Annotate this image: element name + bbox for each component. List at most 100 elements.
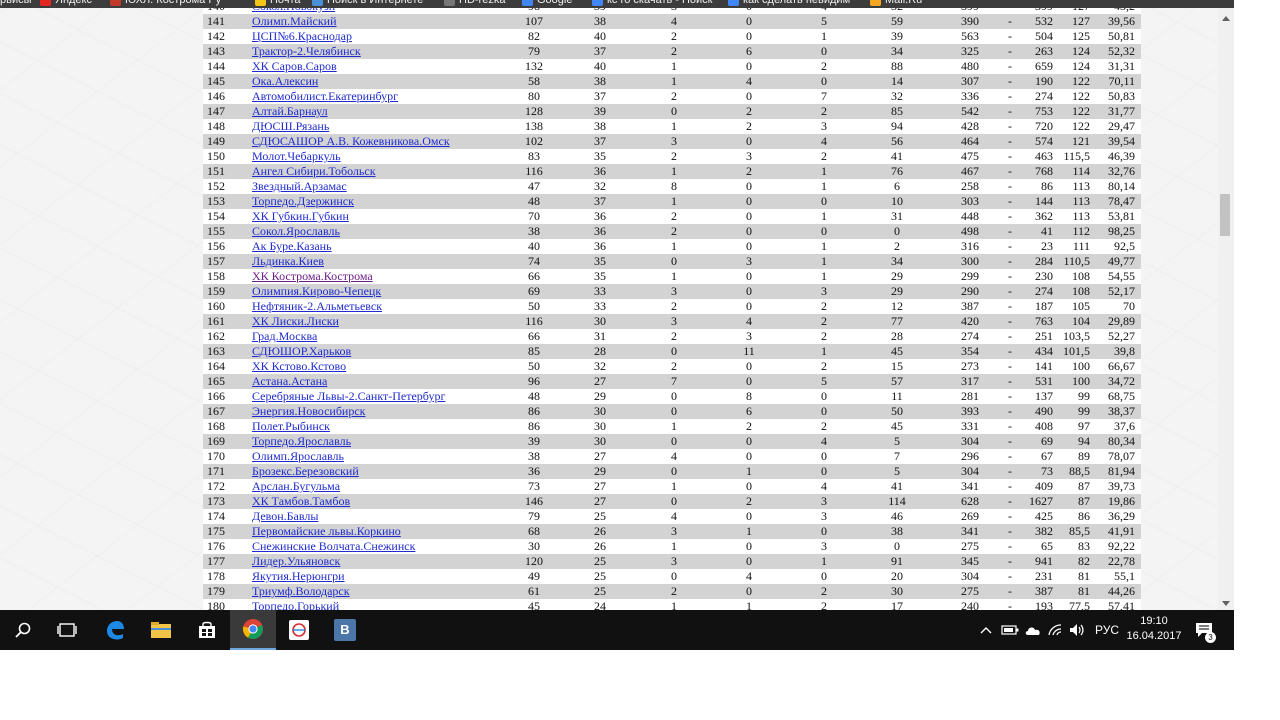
team-link[interactable]: ДЮСШ.Рязань	[252, 119, 329, 134]
team-link[interactable]: Автомобилист.Екатеринбург	[252, 89, 398, 104]
col7-cell: 14	[891, 74, 903, 88]
col6-cell: 4	[821, 434, 827, 448]
bookmark-label: как сделать невидим	[743, 0, 851, 6]
team-link[interactable]: Лидер.Ульяновск	[252, 554, 340, 569]
col8-cell: 480	[961, 59, 979, 73]
team-link[interactable]: Олимпия.Кирово-Чепецк	[252, 284, 381, 299]
team-link[interactable]: ХК Саров.Саров	[252, 59, 337, 74]
dash-cell: -	[1008, 164, 1012, 178]
team-link[interactable]: Ангел Сибири.Тобольск	[252, 164, 376, 179]
team-link[interactable]: Брозекс.Березовский	[252, 464, 359, 479]
tray-cloud[interactable]	[1024, 610, 1042, 650]
taskbar-edge-button[interactable]	[92, 610, 138, 650]
col10-cell: 251	[1035, 329, 1053, 343]
bookmark-label: Яндекс	[55, 0, 92, 6]
taskbar-store-button[interactable]	[184, 610, 230, 650]
team-link[interactable]: СДЮШОР.Харьков	[252, 344, 351, 359]
col3-cell: 40	[594, 59, 606, 73]
action-center-button[interactable]	[1195, 610, 1213, 650]
team-link[interactable]: Первомайские львы.Коркино	[252, 524, 401, 539]
col8-cell: 273	[961, 359, 979, 373]
tray-volume[interactable]	[1069, 610, 1087, 650]
team-link[interactable]: Трактор-2.Челябинск	[252, 44, 361, 59]
points-cell: 82	[1078, 554, 1090, 568]
table-row: 155 Сокол.Ярославль 38 36 2 0 0 0 498 - 41 112 98,25	[203, 224, 1141, 239]
team-link[interactable]: Сокол.Ярославль	[252, 224, 340, 239]
bookmark-item[interactable]: ЮХЛ: Кострома Ру	[110, 0, 221, 6]
team-link[interactable]: Молот.Чебаркуль	[252, 149, 341, 164]
team-link[interactable]: Серебряные Львы-2.Санкт-Петербург	[252, 389, 445, 404]
task-view-button[interactable]	[44, 610, 90, 650]
col6-cell: 2	[821, 329, 827, 343]
team-link[interactable]: Нефтяник-2.Альметьевск	[252, 299, 382, 314]
dash-cell: -	[1008, 569, 1012, 583]
tray-wifi[interactable]	[1047, 610, 1065, 650]
points-cell: 81	[1078, 569, 1090, 583]
rank-cell: 178	[207, 569, 225, 583]
bookmark-item[interactable]: HD-rezka	[444, 0, 505, 6]
team-link[interactable]: Олимп.Майский	[252, 14, 337, 29]
team-link[interactable]: Льдинка.Киев	[252, 254, 324, 269]
tray-language[interactable]: РУС	[1095, 610, 1119, 650]
bookmark-item[interactable]: как сделать невидим	[728, 0, 850, 6]
bookmark-item[interactable]: Почта	[255, 0, 301, 6]
team-link[interactable]: Астана.Астана	[252, 374, 327, 389]
table-row: 170 Олимп.Ярославль 38 27 4 0 0 7 296 - 67 89 78,07	[203, 449, 1141, 464]
bookmark-item[interactable]: Google	[522, 0, 572, 6]
scroll-down-arrow-icon[interactable]	[1222, 601, 1230, 606]
taskbar-search-button[interactable]	[0, 610, 46, 650]
col3-cell: 26	[594, 524, 606, 538]
games-cell: 73	[528, 479, 540, 493]
team-link[interactable]: Алтай.Барнаул	[252, 104, 328, 119]
team-link[interactable]: Торпедо.Дзержинск	[252, 194, 354, 209]
col3-cell: 35	[594, 269, 606, 283]
team-link[interactable]: ХК Губкин.Губкин	[252, 209, 349, 224]
scroll-up-arrow-icon[interactable]	[1222, 16, 1230, 21]
team-link[interactable]: СДЮСАШОР А.В. Кожевникова.Омск	[252, 134, 450, 149]
table-row: 179 Триумф.Володарск 61 25 2 0 2 30 275 - 387 81 44,…	[203, 584, 1141, 599]
col6-cell: 1	[821, 554, 827, 568]
team-link[interactable]: ЦСП№6.Краснодар	[252, 29, 352, 44]
bookmark-item[interactable]: Mail.Ru	[870, 0, 922, 6]
team-link[interactable]: Снежинские Волчата.Снежинск	[252, 539, 415, 554]
team-link[interactable]: ХК Кострома.Кострома	[252, 269, 373, 284]
team-link[interactable]: Триумф.Володарск	[252, 584, 350, 599]
team-link[interactable]: Звездный.Арзамас	[252, 179, 347, 194]
team-link[interactable]: ХК Тамбов.Тамбов	[252, 494, 350, 509]
tray-battery[interactable]	[1001, 610, 1019, 650]
col5-cell: 0	[746, 539, 752, 553]
col6-cell: 0	[821, 449, 827, 463]
vertical-scrollbar[interactable]	[1218, 8, 1234, 610]
team-link[interactable]: Торпедо.Ярославль	[252, 434, 351, 449]
team-link[interactable]: Олимп.Ярославль	[252, 449, 344, 464]
tray-show-hidden[interactable]	[979, 610, 993, 650]
team-link[interactable]: Девон.Бавлы	[252, 509, 318, 524]
bookmark-item[interactable]: рвисы	[0, 0, 32, 6]
bookmark-item[interactable]: Яндекс	[40, 0, 92, 6]
scrollbar-thumb[interactable]	[1220, 194, 1230, 236]
taskbar-explorer-button[interactable]	[138, 610, 184, 650]
team-link[interactable]: Ока.Алексин	[252, 74, 318, 89]
team-link[interactable]: Энергия.Новосибирск	[252, 404, 366, 419]
dash-cell: -	[1008, 74, 1012, 88]
team-link[interactable]: ХК Кстово.Кстово	[252, 359, 346, 374]
team-link[interactable]: Град.Москва	[252, 329, 317, 344]
percent-cell: 49,77	[1108, 254, 1135, 268]
team-link[interactable]: ХК Лиски.Лиски	[252, 314, 339, 329]
team-link[interactable]: Ак Буре.Казань	[252, 239, 332, 254]
team-link[interactable]: Полет.Рыбинск	[252, 419, 330, 434]
table-row: 171 Брозекс.Березовский 36 29 0 1 0 5 304 - 73 88,5…	[203, 464, 1141, 479]
col7-cell: 88	[891, 59, 903, 73]
taskbar-chrome-button[interactable]	[230, 610, 276, 650]
taskbar-app-button[interactable]	[276, 610, 322, 650]
bookmark-item[interactable]: Поиск в Интернете	[312, 0, 423, 6]
bookmark-item[interactable]: кс го скачать - Поиск	[592, 0, 713, 6]
col7-cell: 57	[891, 374, 903, 388]
team-link[interactable]: Торпедо.Горький	[252, 599, 339, 610]
team-link[interactable]: Якутия.Нерюнгри	[252, 569, 345, 584]
tray-clock[interactable]: 19:10 16.04.2017	[1123, 614, 1185, 644]
percent-cell: 70,11	[1108, 74, 1135, 88]
taskbar-vk-button[interactable]: В	[322, 610, 368, 650]
team-link[interactable]: Арслан.Бугульма	[252, 479, 340, 494]
bookmark-label: HD-rezka	[459, 0, 506, 6]
